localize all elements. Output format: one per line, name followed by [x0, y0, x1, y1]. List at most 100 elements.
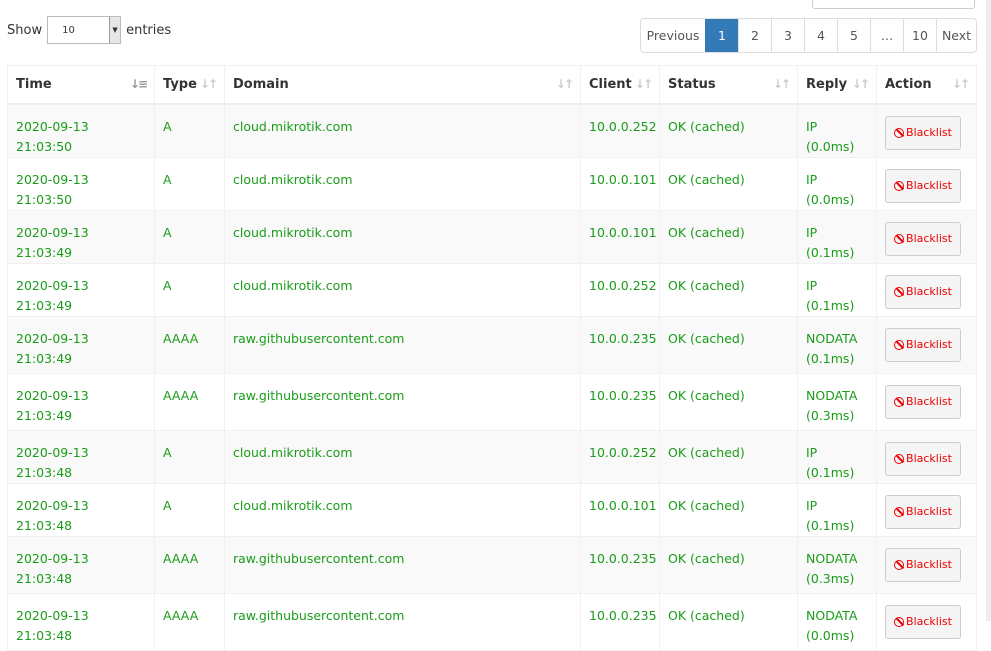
- pagination-page[interactable]: 1: [705, 19, 738, 52]
- cell-client: 10.0.0.235: [580, 593, 660, 651]
- blacklist-button[interactable]: Blacklist: [885, 548, 961, 582]
- cell-domain: raw.githubusercontent.com: [224, 373, 581, 431]
- pagination-previous[interactable]: Previous: [641, 19, 705, 52]
- column-header-label: Client: [589, 77, 632, 92]
- column-header-client[interactable]: Client ↓↑: [580, 65, 660, 105]
- sort-icon: ↓↑: [772, 77, 791, 91]
- sort-icon: ↓↑: [199, 77, 218, 91]
- column-header-reply[interactable]: Reply ↓↑: [797, 65, 877, 105]
- blacklist-button[interactable]: Blacklist: [885, 605, 961, 639]
- cell-action: Blacklist: [876, 210, 977, 264]
- pagination-page[interactable]: 3: [771, 19, 804, 52]
- cell-status: OK (cached): [659, 263, 798, 317]
- cell-time: 2020-09-13 21:03:48: [7, 430, 155, 484]
- column-header-type[interactable]: Type ↓↑: [154, 65, 225, 105]
- cell-action: Blacklist: [876, 157, 977, 211]
- cell-time: 2020-09-13 21:03:48: [7, 483, 155, 537]
- blacklist-button[interactable]: Blacklist: [885, 495, 961, 529]
- cell-action: Blacklist: [876, 263, 977, 317]
- cell-domain: raw.githubusercontent.com: [224, 593, 581, 651]
- pagination-page[interactable]: 2: [738, 19, 771, 52]
- cell-reply: NODATA (0.3ms): [797, 373, 877, 431]
- cell-reply: IP (0.1ms): [797, 483, 877, 537]
- entries-select[interactable]: 10 ▼: [47, 16, 122, 44]
- pagination-ellipsis: …: [870, 19, 903, 52]
- table-row: 2020-09-13 21:03:50 Acloud.mikrotik.com 10…: [7, 157, 977, 211]
- cell-reply: NODATA (0.0ms): [797, 593, 877, 651]
- blacklist-button[interactable]: Blacklist: [885, 275, 961, 309]
- cell-action: Blacklist: [876, 593, 977, 651]
- cell-action: Blacklist: [876, 316, 977, 374]
- cell-status: OK (cached): [659, 157, 798, 211]
- cell-client: 10.0.0.235: [580, 316, 660, 374]
- cell-domain: cloud.mikrotik.com: [224, 210, 581, 264]
- column-header-domain[interactable]: Domain ↓↑: [224, 65, 581, 105]
- cell-time: 2020-09-13 21:03:48: [7, 593, 155, 651]
- blacklist-button[interactable]: Blacklist: [885, 222, 961, 256]
- table-row: 2020-09-13 21:03:48 Acloud.mikrotik.com 10…: [7, 483, 977, 537]
- cell-status: OK (cached): [659, 536, 798, 594]
- cell-time: 2020-09-13 21:03:49: [7, 263, 155, 317]
- pagination-page[interactable]: 4: [804, 19, 837, 52]
- blacklist-label: Blacklist: [906, 285, 952, 298]
- column-header-time[interactable]: Time ↓≡: [7, 65, 155, 105]
- cell-client: 10.0.0.252: [580, 430, 660, 484]
- sort-icon: ↓↑: [851, 77, 870, 91]
- cell-type: A: [154, 210, 225, 264]
- cell-type: A: [154, 483, 225, 537]
- cell-time: 2020-09-13 21:03:50: [7, 157, 155, 211]
- table-row: 2020-09-13 21:03:49 Acloud.mikrotik.com 10…: [7, 210, 977, 264]
- table-row: 2020-09-13 21:03:49 Acloud.mikrotik.com 10…: [7, 263, 977, 317]
- cell-reply: NODATA (0.3ms): [797, 536, 877, 594]
- blacklist-label: Blacklist: [906, 232, 952, 245]
- ban-icon: [894, 287, 905, 297]
- pagination-next[interactable]: Next: [936, 19, 976, 52]
- blacklist-label: Blacklist: [906, 558, 952, 571]
- table-row: 2020-09-13 21:03:48 Acloud.mikrotik.com 10…: [7, 430, 977, 484]
- sort-icon: ↓↑: [634, 77, 653, 91]
- column-header-label: Reply: [806, 77, 848, 92]
- column-header-status[interactable]: Status ↓↑: [659, 65, 798, 105]
- sort-icon: ↓↑: [555, 77, 574, 91]
- sort-icon: ↓↑: [951, 77, 970, 91]
- blacklist-button[interactable]: Blacklist: [885, 385, 961, 419]
- cell-time: 2020-09-13 21:03:48: [7, 536, 155, 594]
- cell-type: AAAA: [154, 593, 225, 651]
- cell-status: OK (cached): [659, 316, 798, 374]
- blacklist-label: Blacklist: [906, 395, 952, 408]
- entries-length-control: Show 10 ▼ entries: [7, 16, 171, 44]
- cell-domain: raw.githubusercontent.com: [224, 536, 581, 594]
- table-row: 2020-09-13 21:03:49 AAAA raw.githubusercon…: [7, 373, 977, 431]
- ban-icon: [894, 234, 905, 244]
- pagination-page[interactable]: 5: [837, 19, 870, 52]
- cell-time: 2020-09-13 21:03:49: [7, 373, 155, 431]
- search-input[interactable]: [812, 0, 975, 9]
- cell-client: 10.0.0.235: [580, 373, 660, 431]
- cell-reply: IP (0.0ms): [797, 103, 877, 158]
- table-row: 2020-09-13 21:03:48 AAAA raw.githubusercon…: [7, 593, 977, 651]
- pagination-page[interactable]: 10: [903, 19, 936, 52]
- cell-time: 2020-09-13 21:03:49: [7, 316, 155, 374]
- cell-client: 10.0.0.252: [580, 103, 660, 158]
- blacklist-button[interactable]: Blacklist: [885, 442, 961, 476]
- table-row: 2020-09-13 21:03:50 Acloud.mikrotik.com 10…: [7, 103, 977, 158]
- cell-type: A: [154, 263, 225, 317]
- cell-type: A: [154, 430, 225, 484]
- cell-action: Blacklist: [876, 430, 977, 484]
- cell-type: A: [154, 103, 225, 158]
- cell-action: Blacklist: [876, 483, 977, 537]
- cell-client: 10.0.0.101: [580, 483, 660, 537]
- scrollbar[interactable]: [986, 0, 991, 621]
- cell-action: Blacklist: [876, 373, 977, 431]
- blacklist-button[interactable]: Blacklist: [885, 169, 961, 203]
- blacklist-button[interactable]: Blacklist: [885, 328, 961, 362]
- cell-reply: NODATA (0.1ms): [797, 316, 877, 374]
- column-header-label: Domain: [233, 77, 289, 92]
- cell-type: AAAA: [154, 536, 225, 594]
- cell-status: OK (cached): [659, 430, 798, 484]
- blacklist-button[interactable]: Blacklist: [885, 116, 961, 150]
- column-header-action[interactable]: Action ↓↑: [876, 65, 977, 105]
- entries-select-value: 10: [62, 24, 75, 36]
- cell-client: 10.0.0.252: [580, 263, 660, 317]
- cell-status: OK (cached): [659, 593, 798, 651]
